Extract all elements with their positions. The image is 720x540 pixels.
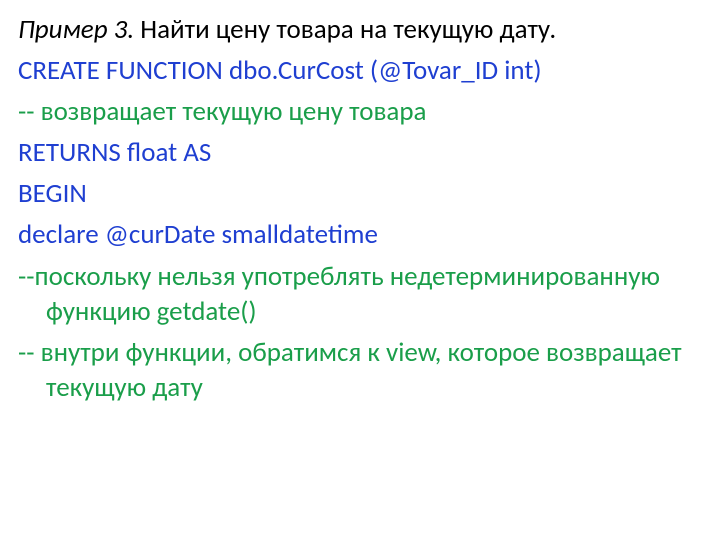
code-comment-returns-price: -- возвращает текущую цену товара <box>18 94 702 129</box>
code-begin: BEGIN <box>18 176 702 211</box>
code-declare: declare @curDate smalldatetime <box>18 217 702 252</box>
title-line: Пример 3. Найти цену товара на текущую д… <box>18 12 702 47</box>
example-label: Пример 3. <box>18 13 140 46</box>
title-text: Найти цену товара на текущую дату. <box>140 13 556 46</box>
code-comment-view: -- внутри функции, обратимся к view, кот… <box>18 335 702 405</box>
code-comment-getdate: --поскольку нельзя употреблять недетерми… <box>18 259 702 329</box>
code-returns: RETURNS float AS <box>18 135 702 170</box>
code-create-function: CREATE FUNCTION dbo.CurCost (@Tovar_ID i… <box>18 53 702 88</box>
